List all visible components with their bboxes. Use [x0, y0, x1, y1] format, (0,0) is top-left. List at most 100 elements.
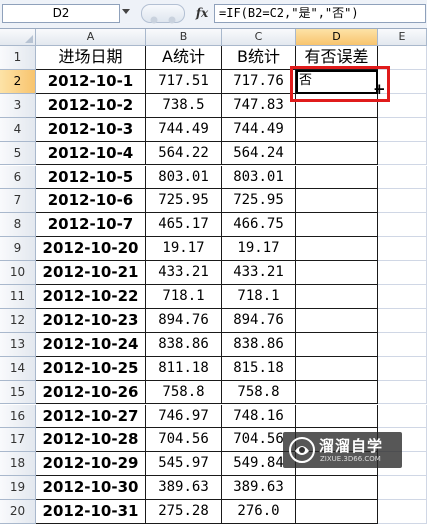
a-stat-cell[interactable]: 746.97	[146, 404, 222, 429]
error-flag-cell[interactable]: 否	[296, 69, 378, 94]
cell-e1[interactable]	[378, 46, 427, 70]
row-header[interactable]: 1	[0, 46, 36, 70]
row-header[interactable]: 6	[0, 165, 36, 190]
error-flag-cell[interactable]	[296, 237, 378, 262]
column-header-e[interactable]: E	[378, 29, 427, 46]
header-cell-c[interactable]: B统计	[222, 46, 296, 70]
empty-cell[interactable]	[378, 261, 427, 285]
spreadsheet-grid[interactable]: A B C D E 1 进场日期 A统计 B统计 有否误差 2 2012-10-1 717.51 717.…	[0, 29, 427, 524]
a-stat-cell[interactable]: 758.8	[146, 380, 222, 405]
date-cell[interactable]: 2012-10-30	[36, 476, 146, 501]
b-stat-cell[interactable]: 758.8	[222, 380, 296, 405]
a-stat-cell[interactable]: 803.01	[146, 165, 222, 190]
column-header-d[interactable]: D	[296, 29, 378, 46]
empty-cell[interactable]	[378, 356, 427, 381]
date-cell[interactable]: 2012-10-3	[36, 117, 146, 142]
date-cell[interactable]: 2012-10-31	[36, 500, 146, 524]
row-header[interactable]: 11	[0, 285, 36, 309]
column-header-b[interactable]: B	[146, 29, 222, 46]
empty-cell[interactable]	[378, 237, 427, 262]
header-cell-b[interactable]: A统计	[146, 46, 222, 70]
error-flag-cell[interactable]	[296, 356, 378, 381]
date-cell[interactable]: 2012-10-28	[36, 428, 146, 453]
row-header[interactable]: 20	[0, 500, 36, 524]
empty-cell[interactable]	[378, 213, 427, 238]
error-flag-cell[interactable]	[296, 117, 378, 142]
empty-cell[interactable]	[378, 189, 427, 214]
row-header[interactable]: 18	[0, 452, 36, 477]
error-flag-cell[interactable]	[296, 500, 378, 524]
a-stat-cell[interactable]: 738.5	[146, 93, 222, 118]
confirm-icon[interactable]	[168, 9, 176, 24]
b-stat-cell[interactable]: 19.17	[222, 237, 296, 262]
b-stat-cell[interactable]: 466.75	[222, 213, 296, 238]
insert-function-icon[interactable]: fx	[192, 4, 212, 23]
column-header-c[interactable]: C	[222, 29, 296, 46]
date-cell[interactable]: 2012-10-24	[36, 332, 146, 357]
error-flag-cell[interactable]	[296, 165, 378, 190]
row-header[interactable]: 15	[0, 380, 36, 405]
error-flag-cell[interactable]	[296, 404, 378, 429]
row-header[interactable]: 17	[0, 428, 36, 453]
error-flag-cell[interactable]	[296, 308, 378, 333]
b-stat-cell[interactable]: 276.0	[222, 500, 296, 524]
b-stat-cell[interactable]: 718.1	[222, 285, 296, 309]
a-stat-cell[interactable]: 811.18	[146, 356, 222, 381]
row-header[interactable]: 19	[0, 476, 36, 501]
error-flag-cell[interactable]	[296, 189, 378, 214]
b-stat-cell[interactable]: 894.76	[222, 308, 296, 333]
formula-bar-controls[interactable]	[141, 4, 185, 24]
a-stat-cell[interactable]: 744.49	[146, 117, 222, 142]
b-stat-cell[interactable]: 725.95	[222, 189, 296, 214]
row-header[interactable]: 4	[0, 117, 36, 142]
empty-cell[interactable]	[378, 404, 427, 429]
empty-cell[interactable]	[378, 165, 427, 190]
empty-cell[interactable]	[378, 332, 427, 357]
error-flag-cell[interactable]	[296, 261, 378, 285]
empty-cell[interactable]	[378, 380, 427, 405]
a-stat-cell[interactable]: 838.86	[146, 332, 222, 357]
row-header[interactable]: 2	[0, 69, 36, 94]
a-stat-cell[interactable]: 275.28	[146, 500, 222, 524]
row-header[interactable]: 5	[0, 141, 36, 166]
error-flag-cell[interactable]	[296, 285, 378, 309]
date-cell[interactable]: 2012-10-7	[36, 213, 146, 238]
a-stat-cell[interactable]: 564.22	[146, 141, 222, 166]
date-cell[interactable]: 2012-10-4	[36, 141, 146, 166]
b-stat-cell[interactable]: 717.76	[222, 69, 296, 94]
a-stat-cell[interactable]: 718.1	[146, 285, 222, 309]
a-stat-cell[interactable]: 545.97	[146, 452, 222, 477]
date-cell[interactable]: 2012-10-6	[36, 189, 146, 214]
b-stat-cell[interactable]: 564.24	[222, 141, 296, 166]
header-cell-a[interactable]: 进场日期	[36, 46, 146, 70]
error-flag-cell[interactable]	[296, 476, 378, 501]
date-cell[interactable]: 2012-10-29	[36, 452, 146, 477]
empty-cell[interactable]	[378, 117, 427, 142]
b-stat-cell[interactable]: 838.86	[222, 332, 296, 357]
name-box[interactable]: D2	[2, 4, 120, 23]
a-stat-cell[interactable]: 19.17	[146, 237, 222, 262]
formula-input[interactable]: =IF(B2=C2,"是","否")	[214, 4, 426, 23]
a-stat-cell[interactable]: 704.56	[146, 428, 222, 453]
empty-cell[interactable]	[378, 285, 427, 309]
date-cell[interactable]: 2012-10-23	[36, 308, 146, 333]
b-stat-cell[interactable]: 744.49	[222, 117, 296, 142]
a-stat-cell[interactable]: 725.95	[146, 189, 222, 214]
row-header[interactable]: 8	[0, 213, 36, 238]
b-stat-cell[interactable]: 803.01	[222, 165, 296, 190]
b-stat-cell[interactable]: 747.83	[222, 93, 296, 118]
a-stat-cell[interactable]: 389.63	[146, 476, 222, 501]
column-header-a[interactable]: A	[36, 29, 146, 46]
row-header[interactable]: 13	[0, 332, 36, 357]
date-cell[interactable]: 2012-10-27	[36, 404, 146, 429]
row-header[interactable]: 10	[0, 261, 36, 285]
header-cell-d[interactable]: 有否误差	[296, 46, 378, 70]
b-stat-cell[interactable]: 748.16	[222, 404, 296, 429]
error-flag-cell[interactable]	[296, 213, 378, 238]
row-header[interactable]: 9	[0, 237, 36, 262]
empty-cell[interactable]	[378, 476, 427, 501]
row-header[interactable]: 7	[0, 189, 36, 214]
date-cell[interactable]: 2012-10-20	[36, 237, 146, 262]
error-flag-cell[interactable]	[296, 141, 378, 166]
date-cell[interactable]: 2012-10-1	[36, 69, 146, 94]
